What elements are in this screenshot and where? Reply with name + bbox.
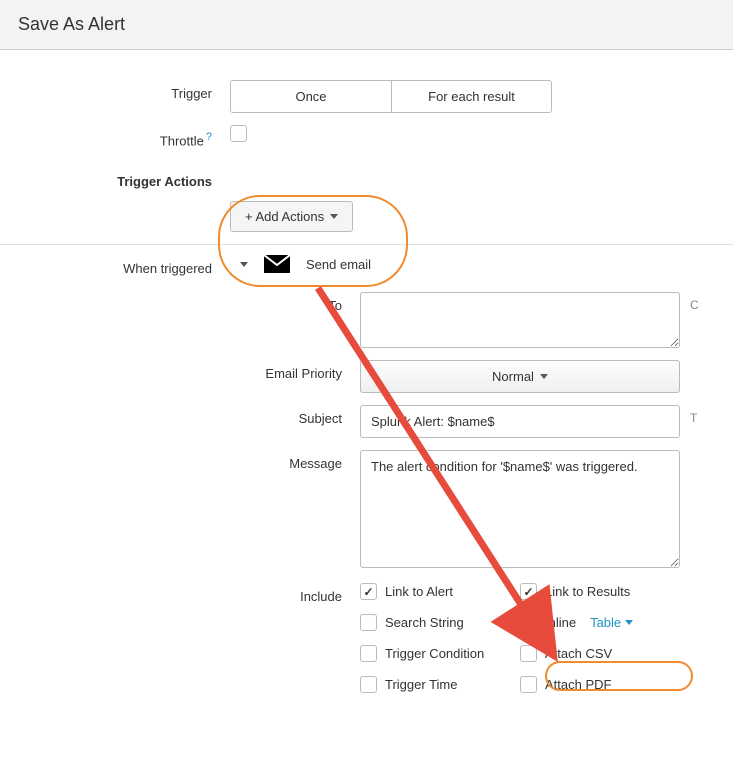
inline-type-select[interactable]: Table xyxy=(590,615,633,630)
include-link-to-alert: Link to Alert xyxy=(360,583,520,600)
include-attach-pdf: Attach PDF xyxy=(520,676,700,693)
mail-icon xyxy=(264,255,290,273)
include-label: Include xyxy=(0,583,360,604)
trigger-each-button[interactable]: For each result xyxy=(391,81,551,112)
subject-hint: T xyxy=(680,405,700,438)
to-input[interactable] xyxy=(360,292,680,348)
trigger-actions-section-label: Trigger Actions xyxy=(0,168,230,189)
subject-input[interactable] xyxy=(360,405,680,438)
trigger-condition-checkbox[interactable] xyxy=(360,645,377,662)
form-body: Trigger Once For each result Throttle? T… xyxy=(0,50,733,725)
link-to-results-checkbox[interactable] xyxy=(520,583,537,600)
expand-chevron-icon[interactable] xyxy=(240,262,248,267)
trigger-once-button[interactable]: Once xyxy=(231,81,391,112)
to-hint: C xyxy=(680,292,700,348)
to-label: To xyxy=(0,292,360,313)
include-trigger-time: Trigger Time xyxy=(360,676,520,693)
message-label: Message xyxy=(0,450,360,471)
link-to-alert-checkbox[interactable] xyxy=(360,583,377,600)
attach-pdf-checkbox[interactable] xyxy=(520,676,537,693)
add-actions-button[interactable]: + Add Actions xyxy=(230,201,353,232)
include-attach-csv: Attach CSV xyxy=(520,645,700,662)
chevron-down-icon xyxy=(540,374,548,379)
subject-label: Subject xyxy=(0,405,360,426)
include-grid: Link to Alert Link to Results Search Str… xyxy=(360,583,733,693)
throttle-checkbox[interactable] xyxy=(230,125,247,142)
priority-label: Email Priority xyxy=(0,360,360,383)
include-link-to-results: Link to Results xyxy=(520,583,700,600)
chevron-down-icon xyxy=(625,620,633,625)
priority-select[interactable]: Normal xyxy=(360,360,680,393)
attach-csv-checkbox[interactable] xyxy=(520,645,537,662)
trigger-segmented: Once For each result xyxy=(230,80,552,113)
add-actions-label: + Add Actions xyxy=(245,209,324,224)
throttle-label: Throttle? xyxy=(0,125,230,148)
when-triggered-label: When triggered xyxy=(0,255,230,276)
search-string-checkbox[interactable] xyxy=(360,614,377,631)
priority-value: Normal xyxy=(492,369,534,384)
include-trigger-condition: Trigger Condition xyxy=(360,645,520,662)
include-inline: Inline Table xyxy=(520,614,700,631)
chevron-down-icon xyxy=(330,214,338,219)
modal-header: Save As Alert xyxy=(0,0,733,50)
trigger-label: Trigger xyxy=(0,80,230,101)
throttle-help-icon[interactable]: ? xyxy=(206,131,212,143)
include-search-string: Search String xyxy=(360,614,520,631)
trigger-time-checkbox[interactable] xyxy=(360,676,377,693)
modal-title: Save As Alert xyxy=(18,14,125,34)
send-email-title: Send email xyxy=(306,257,371,272)
send-email-action: Send email xyxy=(230,255,733,273)
inline-checkbox[interactable] xyxy=(520,614,537,631)
message-input[interactable]: The alert condition for '$name$' was tri… xyxy=(360,450,680,568)
